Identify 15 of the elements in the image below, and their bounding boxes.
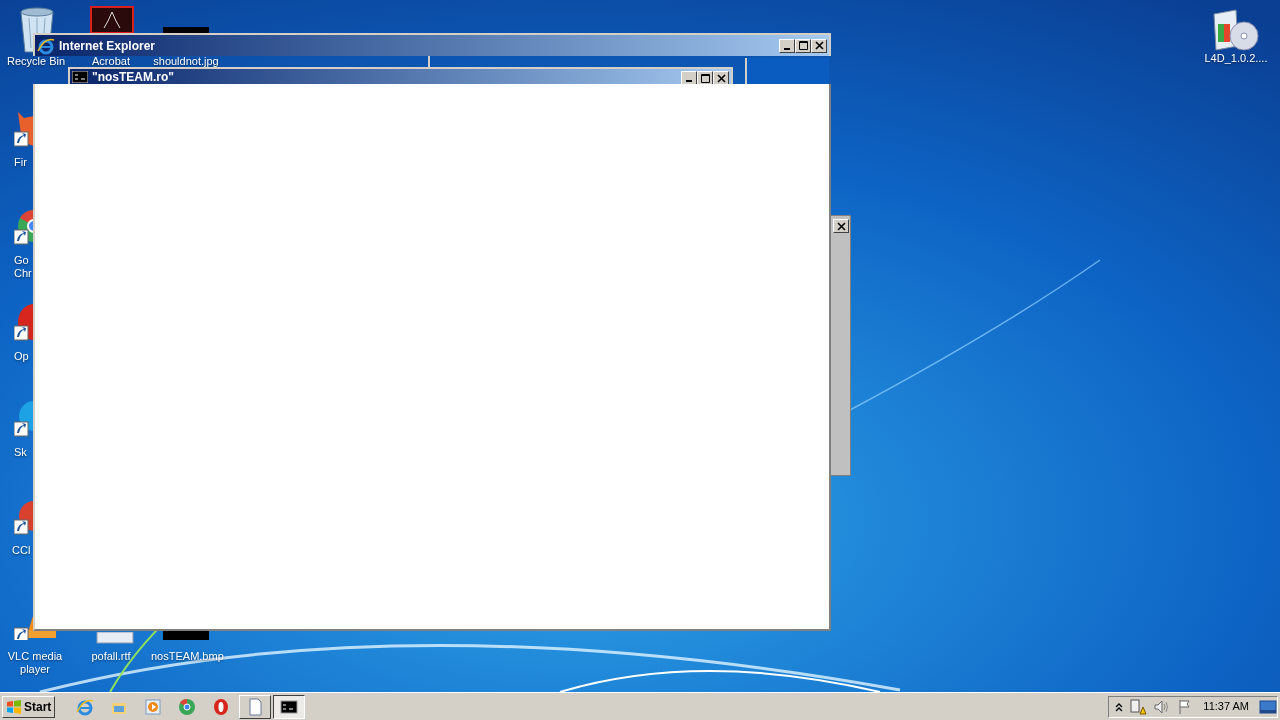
- clock[interactable]: 11:37 AM: [1199, 698, 1253, 715]
- desktop-icon-label[interactable]: Recycle Bin: [6, 56, 66, 67]
- desktop-icon-label[interactable]: Fir: [14, 156, 34, 169]
- window-title: Internet Explorer: [59, 37, 157, 55]
- window-title: "nosTEAM.ro": [92, 71, 176, 84]
- desktop-icon-label[interactable]: VLC media player: [4, 650, 66, 676]
- desktop-icon-label[interactable]: L4D_1.0.2....: [1196, 52, 1276, 65]
- desktop-icon-label[interactable]: Go Chr: [14, 254, 34, 280]
- desktop-icon-label[interactable]: Sk: [14, 446, 34, 459]
- desktop-icon-label[interactable]: Acrobat: [81, 56, 141, 67]
- desktop-icon-label[interactable]: shouldnot.jpg: [151, 56, 221, 67]
- desktop-icon-label[interactable]: Op: [14, 350, 34, 363]
- desktop-icon-label[interactable]: pofall.rtf: [81, 650, 141, 663]
- desktop-icon-label[interactable]: CCl: [12, 544, 34, 557]
- start-button[interactable]: Start: [2, 695, 56, 718]
